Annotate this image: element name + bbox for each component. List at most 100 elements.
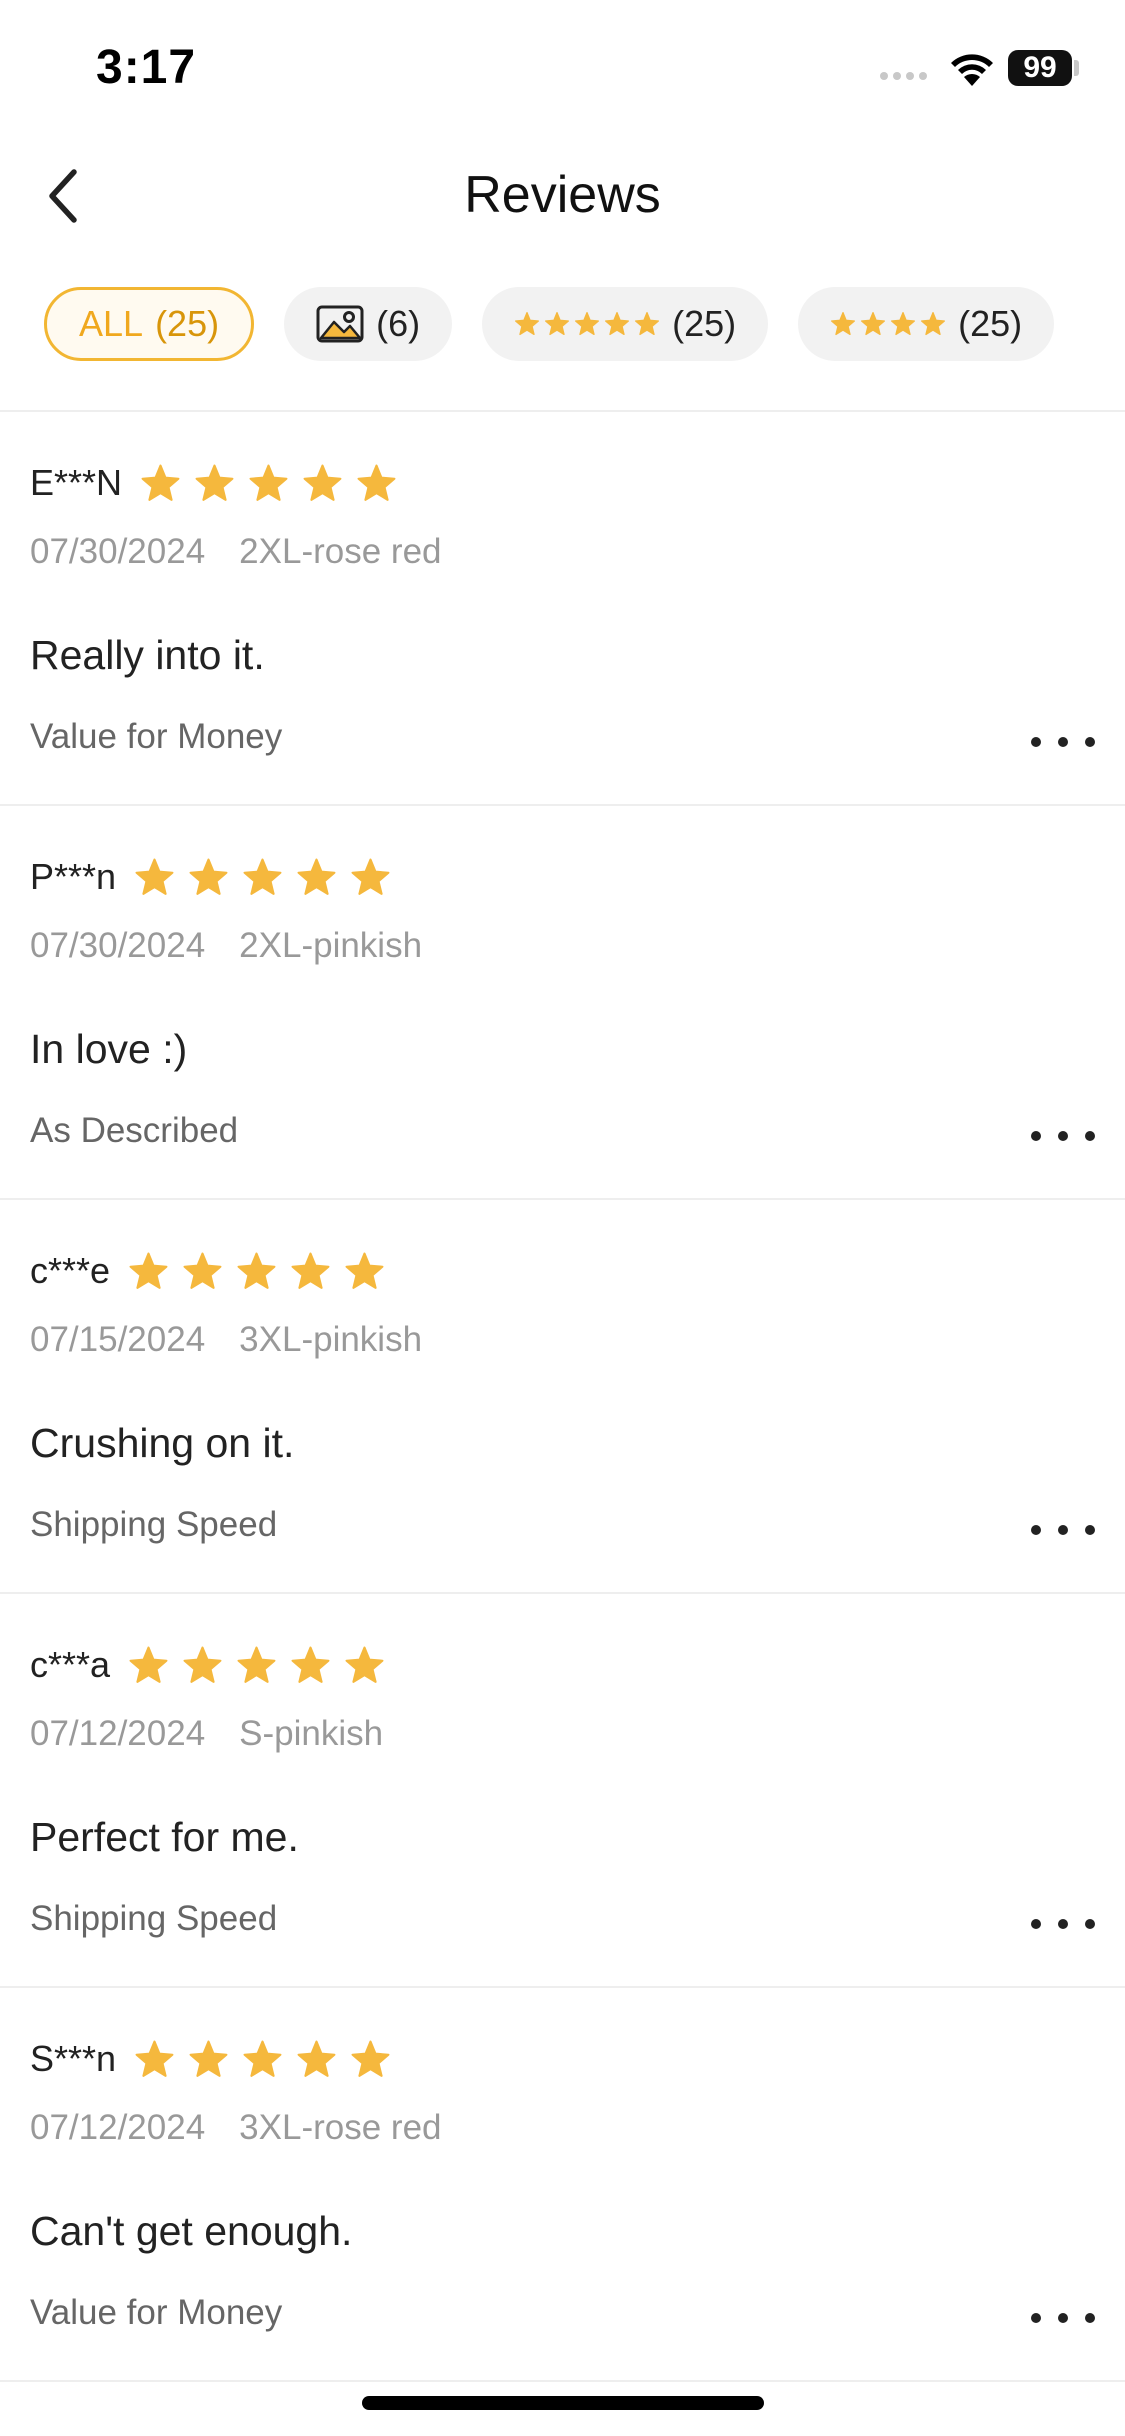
- star-icon: [141, 464, 180, 501]
- star-icon: [605, 311, 630, 336]
- review-item: c***e 07/15/2024 3XL-pinkish Crushing on…: [0, 1200, 1125, 1594]
- review-date: 07/30/2024: [30, 926, 206, 965]
- filter-count-all: (25): [155, 303, 220, 344]
- star-icon: [297, 858, 336, 895]
- filter-chip-four-star[interactable]: (25): [798, 287, 1055, 361]
- star-rating: [140, 463, 397, 504]
- review-header: c***e: [30, 1250, 385, 1292]
- review-tag: Value for Money: [30, 717, 283, 756]
- more-options-icon[interactable]: [1031, 1518, 1095, 1542]
- review-text: In love :): [30, 1026, 188, 1072]
- review-item: c***a 07/12/2024 S-pinkish Perfect for m…: [0, 1594, 1125, 1988]
- review-variant: 2XL-pinkish: [239, 926, 423, 965]
- review-header: S***n: [30, 2038, 391, 2080]
- filter-chip-five-star[interactable]: (25): [482, 287, 769, 361]
- review-variant: 3XL-rose red: [239, 2108, 442, 2147]
- battery-tip: [1074, 60, 1079, 76]
- more-options-icon[interactable]: [1031, 2306, 1095, 2330]
- star-icon: [129, 1646, 168, 1683]
- star-icon: [297, 2040, 336, 2077]
- filter-count-five-star: (25): [672, 303, 737, 344]
- star-icon: [345, 1252, 384, 1289]
- star-rating: [134, 2039, 391, 2080]
- review-meta: 07/30/2024 2XL-pinkish: [30, 926, 422, 966]
- filter-count-four-star: (25): [958, 303, 1023, 344]
- battery-icon: 99: [1008, 50, 1072, 86]
- star-icon: [861, 311, 886, 336]
- star-icon: [891, 311, 916, 336]
- star-icon: [189, 2040, 228, 2077]
- review-header: c***a: [30, 1644, 385, 1686]
- review-meta: 07/15/2024 3XL-pinkish: [30, 1320, 422, 1360]
- status-time: 3:17: [96, 41, 197, 94]
- star-icon: [135, 858, 174, 895]
- review-header: P***n: [30, 856, 391, 898]
- review-text: Perfect for me.: [30, 1814, 299, 1860]
- review-header: E***N: [30, 462, 397, 504]
- more-options-icon[interactable]: [1031, 1124, 1095, 1148]
- review-text: Can't get enough.: [30, 2208, 353, 2254]
- reviewer-name: P***n: [30, 856, 117, 897]
- star-icon: [545, 311, 570, 336]
- review-date: 07/12/2024: [30, 2108, 206, 2147]
- star-icon: [635, 311, 660, 336]
- star-rating: [128, 1645, 385, 1686]
- review-meta: 07/30/2024 2XL-rose red: [30, 532, 442, 572]
- more-options-icon[interactable]: [1031, 1912, 1095, 1936]
- wifi-icon: [951, 54, 993, 86]
- filter-count-photos: (6): [376, 303, 421, 344]
- star-icon: [243, 2040, 282, 2077]
- battery-level: 99: [1023, 51, 1057, 84]
- review-tag: Value for Money: [30, 2293, 283, 2332]
- star-icon: [183, 1646, 222, 1683]
- star-icon: [195, 464, 234, 501]
- star-icon: [135, 2040, 174, 2077]
- star-icon: [243, 858, 282, 895]
- filter-chip-photos[interactable]: (6): [284, 287, 453, 361]
- review-date: 07/15/2024: [30, 1320, 206, 1359]
- review-tag: Shipping Speed: [30, 1505, 278, 1544]
- review-variant: 3XL-pinkish: [239, 1320, 423, 1359]
- star-icon: [831, 311, 856, 336]
- star-rating: [128, 1251, 385, 1292]
- review-meta: 07/12/2024 S-pinkish: [30, 1714, 383, 1754]
- page-title: Reviews: [464, 166, 661, 224]
- star-icon: [183, 1252, 222, 1289]
- review-meta: 07/12/2024 3XL-rose red: [30, 2108, 442, 2148]
- star-icon: [351, 858, 390, 895]
- review-item: E***N 07/30/2024 2XL-rose red Really int…: [0, 412, 1125, 806]
- review-item: P***n 07/30/2024 2XL-pinkish In love :) …: [0, 806, 1125, 1200]
- star-icon: [291, 1646, 330, 1683]
- star-icon: [515, 311, 540, 336]
- filter-label-all: ALL: [79, 303, 144, 344]
- star-icon: [303, 464, 342, 501]
- review-text: Really into it.: [30, 632, 265, 678]
- reviewer-name: c***a: [30, 1644, 111, 1685]
- star-icon: [921, 311, 946, 336]
- review-date: 07/30/2024: [30, 532, 206, 571]
- star-icon: [237, 1646, 276, 1683]
- home-indicator: [362, 2396, 764, 2410]
- star-icon: [291, 1252, 330, 1289]
- four-star-icons: [830, 311, 946, 337]
- review-variant: 2XL-rose red: [239, 532, 442, 571]
- review-tag: As Described: [30, 1111, 239, 1150]
- review-tag: Shipping Speed: [30, 1899, 278, 1938]
- reviewer-name: c***e: [30, 1250, 111, 1291]
- star-icon: [129, 1252, 168, 1289]
- review-list: E***N 07/30/2024 2XL-rose red Really int…: [0, 412, 1125, 2382]
- filter-bar: ALL (25) (6) (25) (25): [44, 287, 1055, 361]
- review-date: 07/12/2024: [30, 1714, 206, 1753]
- review-variant: S-pinkish: [239, 1714, 384, 1753]
- star-icon: [357, 464, 396, 501]
- star-icon: [189, 858, 228, 895]
- five-star-icons: [514, 311, 660, 337]
- star-icon: [345, 1646, 384, 1683]
- image-icon: [316, 305, 364, 343]
- star-icon: [575, 311, 600, 336]
- more-options-icon[interactable]: [1031, 730, 1095, 754]
- cellular-signal-icon: [880, 72, 927, 80]
- star-icon: [351, 2040, 390, 2077]
- filter-chip-all[interactable]: ALL (25): [44, 287, 255, 361]
- reviewer-name: S***n: [30, 2038, 117, 2079]
